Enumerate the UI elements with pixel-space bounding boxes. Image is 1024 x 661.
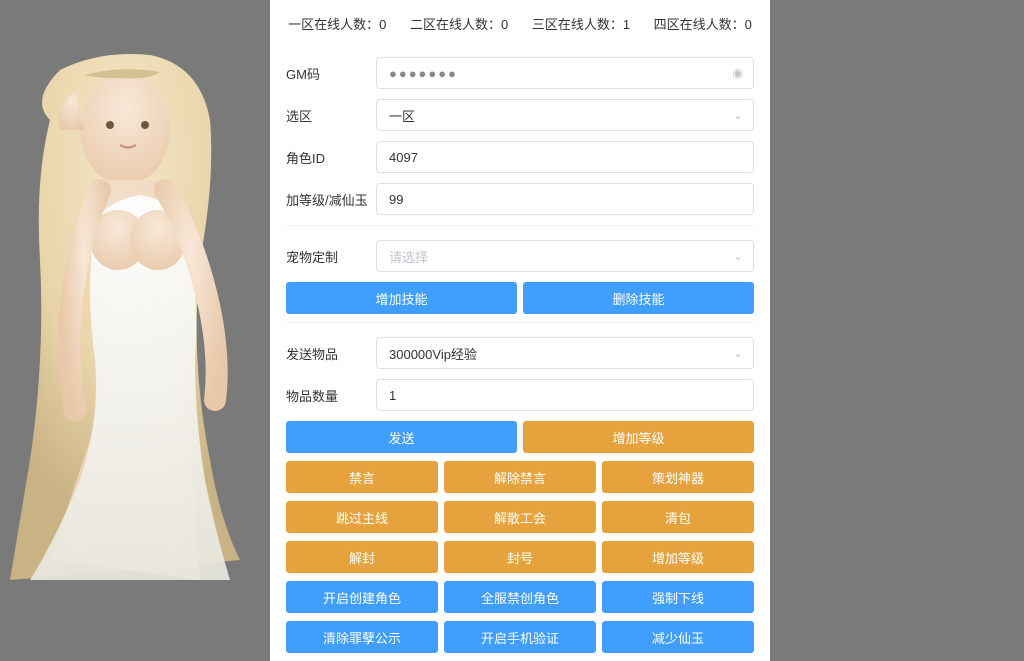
character-illustration <box>0 40 280 580</box>
send-button[interactable]: 发送 <box>286 421 517 453</box>
reduce-jade-button[interactable]: 减少仙玉 <box>602 621 754 653</box>
item-qty-label: 物品数量 <box>286 386 376 405</box>
disable-create-button[interactable]: 全服禁创角色 <box>444 581 596 613</box>
zone-label: 选区 <box>286 106 376 125</box>
divider <box>286 225 754 226</box>
online-stats-bar: 一区在线人数：0 二区在线人数：0 三区在线人数：1 四区在线人数：0 <box>270 0 770 47</box>
divider <box>286 322 754 323</box>
skip-main-button[interactable]: 跳过主线 <box>286 501 438 533</box>
admin-panel: 一区在线人数：0 二区在线人数：0 三区在线人数：1 四区在线人数：0 GM码 … <box>270 0 770 661</box>
pet-label: 宠物定制 <box>286 247 376 266</box>
zone-select[interactable]: 一区 ⌄ <box>376 99 754 131</box>
chevron-down-icon: ⌄ <box>733 346 743 360</box>
zone4-stat: 四区在线人数：0 <box>654 17 752 32</box>
level-input[interactable] <box>376 183 754 215</box>
zone1-stat: 一区在线人数：0 <box>288 17 386 32</box>
enable-phone-button[interactable]: 开启手机验证 <box>444 621 596 653</box>
add-level-button[interactable]: 增加等级 <box>523 421 754 453</box>
zone3-stat: 三区在线人数：1 <box>532 17 630 32</box>
item-qty-input[interactable] <box>376 379 754 411</box>
unseal-button[interactable]: 解封 <box>286 541 438 573</box>
gm-code-input[interactable]: ●●●●●●● ◉ <box>376 57 754 89</box>
plan-weapon-button[interactable]: 策划神器 <box>602 461 754 493</box>
force-offline-button[interactable]: 强制下线 <box>602 581 754 613</box>
ban-button[interactable]: 禁言 <box>286 461 438 493</box>
role-id-label: 角色ID <box>286 148 376 167</box>
chevron-down-icon: ⌄ <box>733 108 743 122</box>
delete-skill-button[interactable]: 删除技能 <box>523 282 754 314</box>
add-level2-button[interactable]: 增加等级 <box>602 541 754 573</box>
chevron-down-icon: ⌄ <box>733 249 743 263</box>
send-item-label: 发送物品 <box>286 344 376 363</box>
enable-create-button[interactable]: 开启创建角色 <box>286 581 438 613</box>
eye-icon[interactable]: ◉ <box>733 66 743 80</box>
gm-code-label: GM码 <box>286 64 376 83</box>
send-item-select[interactable]: 300000Vip经验 ⌄ <box>376 337 754 369</box>
zone2-stat: 二区在线人数：0 <box>410 17 508 32</box>
add-skill-button[interactable]: 增加技能 <box>286 282 517 314</box>
disband-guild-button[interactable]: 解散工会 <box>444 501 596 533</box>
clear-sin-button[interactable]: 清除罪孽公示 <box>286 621 438 653</box>
clear-bag-button[interactable]: 清包 <box>602 501 754 533</box>
seal-button[interactable]: 封号 <box>444 541 596 573</box>
role-id-input[interactable] <box>376 141 754 173</box>
pet-select[interactable]: 请选择 ⌄ <box>376 240 754 272</box>
unban-button[interactable]: 解除禁言 <box>444 461 596 493</box>
level-label: 加等级/减仙玉 <box>286 190 376 209</box>
